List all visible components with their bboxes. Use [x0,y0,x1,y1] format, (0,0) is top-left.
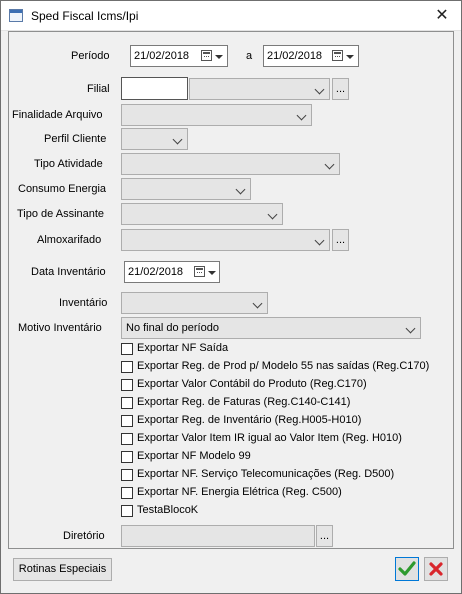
checkbox-box[interactable] [121,361,133,373]
chevron-down-icon [324,159,335,170]
chevron-down-icon [314,84,325,95]
inventario-select[interactable] [121,292,268,314]
perfil-cliente-select[interactable] [121,128,188,150]
filial-label: Filial [87,83,110,95]
checkbox-box[interactable] [121,343,133,355]
chevron-down-icon[interactable] [346,55,354,59]
chevron-down-icon[interactable] [208,271,216,275]
perfil-cliente-label: Perfil Cliente [44,133,107,145]
periodo-label: Período [71,50,110,62]
chevron-down-icon [314,235,325,246]
periodo-start-date[interactable]: 21/02/2018 [130,45,228,67]
chevron-down-icon [405,323,416,334]
tipo-assinante-select[interactable] [121,203,283,225]
diretorio-input[interactable] [121,525,315,547]
filial-select[interactable] [189,78,330,100]
title-bar: Sped Fiscal Icms/Ipi ✕ [1,1,461,31]
data-inventario-label: Data Inventário [31,266,106,278]
inventario-label: Inventário [59,297,108,309]
checkbox-box[interactable] [121,469,133,481]
chevron-down-icon [296,110,307,121]
almoxarifado-select[interactable] [121,229,330,251]
chevron-down-icon[interactable] [215,55,223,59]
periodo-separator: a [246,50,253,62]
x-icon [429,562,443,576]
diretorio-label: Diretório [63,530,105,542]
consumo-energia-select[interactable] [121,178,251,200]
chevron-down-icon [235,184,246,195]
motivo-inventario-value: No final do período [126,322,219,334]
checkbox-box[interactable] [121,505,133,517]
tipo-atividade-label: Tipo Atividade [34,158,103,170]
data-inventario-date[interactable]: 21/02/2018 [124,261,220,283]
periodo-start-value: 21/02/2018 [134,50,190,62]
motivo-inventario-select[interactable]: No final do período [121,317,421,339]
diretorio-browse-button[interactable]: ... [316,525,333,547]
filial-code-input[interactable] [121,77,188,100]
calendar-icon [194,266,205,277]
checkbox-box[interactable] [121,379,133,391]
finalidade-label: Finalidade Arquivo [12,109,103,121]
filial-lookup-button[interactable]: ... [332,78,349,100]
close-button[interactable]: ✕ [431,5,453,27]
almoxarifado-lookup-button[interactable]: ... [332,229,349,251]
window-title: Sped Fiscal Icms/Ipi [31,9,139,23]
checkbox-box[interactable] [121,433,133,445]
rotinas-especiais-button[interactable]: Rotinas Especiais [13,558,112,581]
dialog-window: Sped Fiscal Icms/Ipi ✕ Período 21/02/201… [0,0,462,594]
periodo-end-date[interactable]: 21/02/2018 [263,45,359,67]
chevron-down-icon [172,134,183,145]
data-inventario-value: 21/02/2018 [128,266,184,278]
motivo-inventario-label: Motivo Inventário [18,322,102,334]
tipo-assinante-label: Tipo de Assinante [17,208,105,220]
chevron-down-icon [252,298,263,309]
finalidade-select[interactable] [121,104,312,126]
cancel-button[interactable] [424,557,448,581]
checkbox-box[interactable] [121,397,133,409]
check-icon [398,561,416,576]
periodo-end-value: 21/02/2018 [267,50,323,62]
tipo-atividade-select[interactable] [121,153,340,175]
app-window-icon [9,9,23,22]
form-panel: Período 21/02/2018 a 21/02/2018 Filial .… [8,31,454,549]
consumo-energia-label: Consumo Energia [18,183,107,195]
calendar-icon [201,50,212,61]
ok-button[interactable] [395,557,419,581]
almoxarifado-label: Almoxarifado [37,234,102,246]
chevron-down-icon [267,209,278,220]
checkbox-box[interactable] [121,415,133,427]
checkbox-box[interactable] [121,487,133,499]
checkbox-box[interactable] [121,451,133,463]
calendar-icon [332,50,343,61]
